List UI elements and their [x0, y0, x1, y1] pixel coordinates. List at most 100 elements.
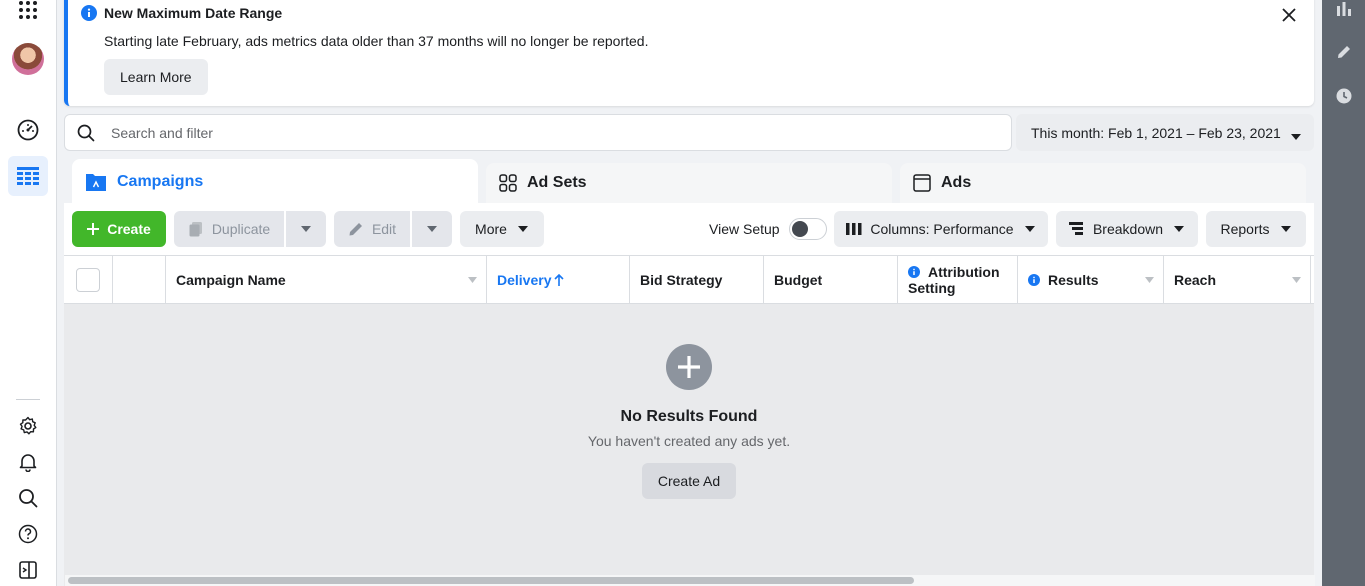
search-icon: [77, 124, 95, 142]
caret-down-icon: [1280, 226, 1291, 232]
column-reach[interactable]: Reach: [1164, 256, 1311, 303]
column-campaign-name[interactable]: Campaign Name: [166, 256, 487, 303]
edit-button[interactable]: Edit: [334, 211, 410, 247]
ads-manager-table-icon[interactable]: [8, 156, 48, 196]
date-range-picker[interactable]: This month: Feb 1, 2021 – Feb 23, 2021: [1016, 114, 1314, 151]
notice-body: Starting late February, ads metrics data…: [104, 33, 649, 49]
toolbar: Create Duplicate Edit More View Setup Co…: [64, 203, 1314, 255]
column-results[interactable]: Results: [1018, 256, 1164, 303]
info-icon: [81, 5, 97, 24]
column-label: Reach: [1174, 271, 1217, 288]
tab-label: Ad Sets: [527, 174, 587, 191]
info-icon[interactable]: [1028, 273, 1040, 286]
history-clock-icon[interactable]: [1334, 86, 1354, 106]
caret-down-icon: [1174, 226, 1185, 232]
caret-down-icon: [427, 226, 437, 232]
info-icon[interactable]: [908, 265, 920, 278]
reports-button[interactable]: Reports: [1206, 211, 1306, 247]
empty-state: No Results Found You haven't created any…: [64, 304, 1314, 586]
apps-grid-icon[interactable]: [10, 0, 46, 28]
empty-title: No Results Found: [620, 408, 758, 425]
campaigns-panel: Create Duplicate Edit More View Setup Co…: [64, 203, 1314, 586]
caret-down-icon: [1292, 277, 1301, 283]
column-bid-strategy[interactable]: Bid Strategy: [630, 256, 764, 303]
notice-banner: New Maximum Date Range Starting late Feb…: [64, 0, 1314, 106]
learn-more-button[interactable]: Learn More: [104, 59, 208, 95]
caret-down-icon: [1290, 128, 1302, 144]
nav-divider: [16, 399, 40, 400]
edit-pencil-icon[interactable]: [1334, 42, 1354, 62]
column-label-line2: Setting: [908, 279, 956, 296]
pencil-icon: [348, 221, 364, 237]
tab-ad-sets[interactable]: Ad Sets: [486, 163, 892, 203]
breakdown-button[interactable]: Breakdown: [1056, 211, 1198, 247]
column-label: Campaign Name: [176, 271, 286, 288]
side-panel-toggle-icon[interactable]: [10, 552, 46, 586]
column-delivery[interactable]: Delivery: [487, 256, 630, 303]
select-all-cell: [64, 256, 113, 303]
duplicate-dropdown[interactable]: [286, 211, 326, 247]
grid-icon: [499, 174, 517, 192]
toggle-knob: [792, 221, 808, 237]
close-icon[interactable]: [1278, 4, 1300, 26]
caret-down-icon: [517, 226, 528, 232]
avatar[interactable]: [12, 43, 44, 75]
search-icon[interactable]: [10, 480, 46, 516]
help-question-icon[interactable]: [10, 516, 46, 552]
columns-icon: [846, 223, 862, 235]
caret-down-icon: [468, 277, 477, 283]
search-bar: [64, 114, 1012, 151]
row-status-header: [113, 256, 166, 303]
plus-icon: [87, 223, 100, 235]
sort-ascending-arrow-icon: [554, 273, 565, 286]
edit-label: Edit: [371, 221, 397, 237]
settings-gear-icon[interactable]: [10, 408, 46, 444]
column-label: Results: [1048, 271, 1099, 288]
scrollbar-thumb[interactable]: [68, 577, 914, 584]
reports-label: Reports: [1220, 221, 1270, 237]
left-navigation: [0, 0, 57, 586]
select-all-checkbox[interactable]: [76, 267, 100, 292]
column-budget[interactable]: Budget: [764, 256, 898, 303]
column-label: Delivery: [497, 271, 552, 288]
table-header: Campaign Name Delivery Bid Strategy Budg…: [64, 255, 1314, 304]
create-label: Create: [107, 221, 151, 237]
duplicate-button[interactable]: Duplicate: [174, 211, 284, 247]
tab-ads[interactable]: Ads: [900, 163, 1306, 203]
empty-subtitle: You haven't created any ads yet.: [587, 433, 791, 449]
caret-down-icon: [1024, 226, 1035, 232]
column-label: Budget: [774, 271, 823, 288]
more-button[interactable]: More: [460, 211, 544, 247]
column-label: Bid Strategy: [640, 271, 723, 288]
add-circle-icon: [666, 344, 712, 390]
tab-label: Ads: [941, 174, 972, 191]
column-label-line1: Attribution: [928, 263, 1000, 280]
view-setup-toggle[interactable]: [789, 218, 827, 240]
columns-button[interactable]: Columns: Performance: [834, 211, 1048, 247]
edit-dropdown[interactable]: [412, 211, 452, 247]
folder-icon: [85, 172, 107, 192]
columns-label: Columns: Performance: [870, 221, 1014, 237]
create-button[interactable]: Create: [72, 211, 166, 247]
bar-chart-icon[interactable]: [1334, 0, 1354, 18]
date-range-label: This month: Feb 1, 2021 – Feb 23, 2021: [1031, 124, 1281, 141]
search-input[interactable]: [111, 124, 961, 141]
right-side-rail: [1322, 0, 1365, 586]
more-label: More: [475, 221, 507, 237]
notice-title: New Maximum Date Range: [104, 5, 283, 21]
caret-down-icon: [301, 226, 311, 232]
view-setup-label: View Setup: [709, 221, 780, 237]
main-content: New Maximum Date Range Starting late Feb…: [57, 0, 1322, 586]
notifications-bell-icon[interactable]: [10, 444, 46, 480]
breakdown-icon: [1068, 222, 1083, 236]
create-ad-button[interactable]: Create Ad: [642, 463, 736, 499]
dashboard-gauge-icon[interactable]: [10, 112, 46, 148]
tab-label: Campaigns: [117, 173, 204, 190]
column-attribution-setting[interactable]: Attribution Setting: [898, 256, 1018, 303]
breakdown-label: Breakdown: [1092, 221, 1164, 237]
tab-campaigns[interactable]: Campaigns: [72, 159, 478, 205]
caret-down-icon: [1145, 277, 1154, 283]
duplicate-label: Duplicate: [211, 221, 271, 237]
duplicate-icon: [188, 221, 204, 237]
horizontal-scrollbar[interactable]: [65, 575, 1315, 586]
